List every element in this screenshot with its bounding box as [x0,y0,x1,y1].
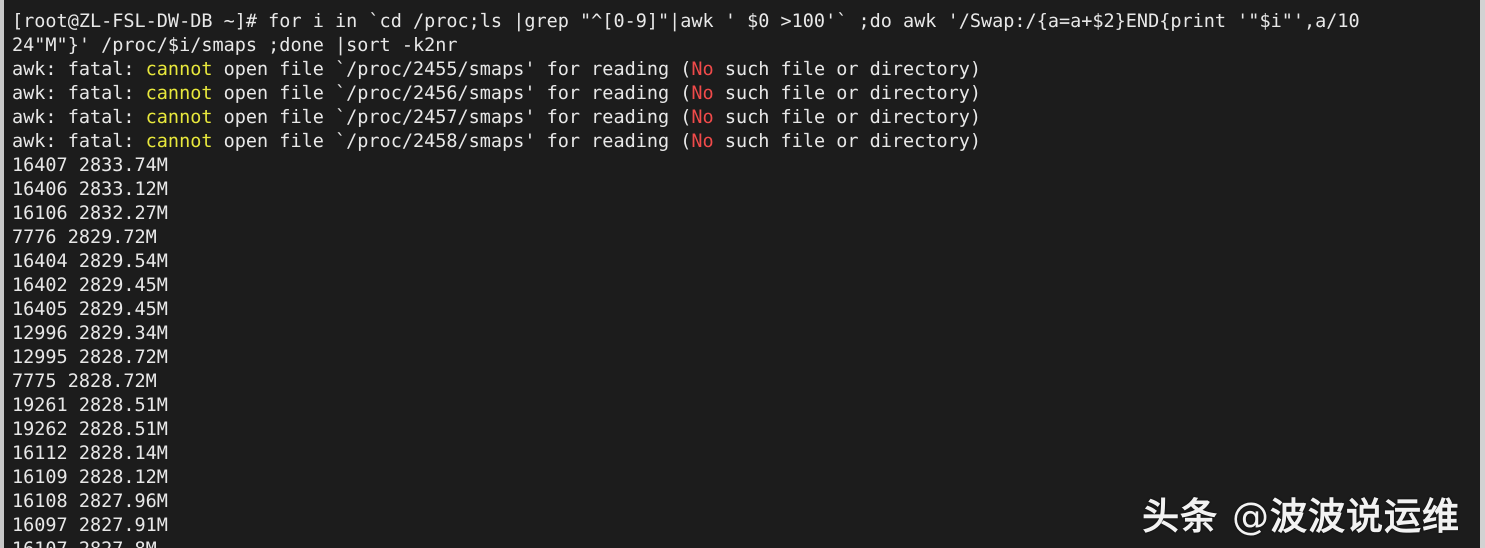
terminal-command-line-1: [root@ZL-FSL-DW-DB ~]# for i in `cd /pro… [12,10,1480,34]
terminal-result-row: 19262 2828.51M [12,418,1480,442]
result-text: 16404 2829.54M [12,251,168,272]
error-suffix: such file or directory) [713,131,982,152]
terminal-result-row: 16402 2829.45M [12,274,1480,298]
terminal-result-row: 16108 2827.96M [12,490,1480,514]
terminal-result-row: 16097 2827.91M [12,514,1480,538]
terminal-result-row: 16405 2829.45M [12,298,1480,322]
terminal-result-row: 19261 2828.51M [12,394,1480,418]
terminal-line-clipped-top: Swap: 4095 3654 441 [12,0,1480,10]
result-text: 12996 2829.34M [12,323,168,344]
terminal-result-row: 16112 2828.14M [12,442,1480,466]
result-text: 12995 2828.72M [12,347,168,368]
error-suffix: such file or directory) [713,83,982,104]
error-middle: open file `/proc/2456/smaps' for reading… [212,83,692,104]
result-text: 16112 2828.14M [12,443,168,464]
error-reason: No [691,59,714,80]
error-reason: No [691,83,714,104]
terminal-result-row: 16106 2832.27M [12,202,1480,226]
command-text-part-1: [root@ZL-FSL-DW-DB ~]# for i in `cd /pro… [12,11,1360,32]
error-keyword: cannot [145,131,213,152]
terminal-result-row: 7775 2828.72M [12,370,1480,394]
result-text: 16097 2827.91M [12,515,168,536]
error-suffix: such file or directory) [713,59,982,80]
terminal-error-line: awk: fatal: cannot open file `/proc/2457… [12,106,1480,130]
terminal-result-row: 16406 2833.12M [12,178,1480,202]
terminal-result-row-clipped-bottom: 16107 2827.8M [12,538,1480,548]
error-reason: No [691,107,714,128]
result-text: 7775 2828.72M [12,371,157,392]
terminal-result-row: 12996 2829.34M [12,322,1480,346]
result-text: 16405 2829.45M [12,299,168,320]
result-text: 19262 2828.51M [12,419,168,440]
terminal-output-area[interactable]: Swap: 4095 3654 441 [root@ZL-FSL-DW-DB ~… [4,0,1480,548]
terminal-result-row: 7776 2829.72M [12,226,1480,250]
terminal-result-row: 12995 2828.72M [12,346,1480,370]
terminal-error-line: awk: fatal: cannot open file `/proc/2456… [12,82,1480,106]
command-text-part-2: 24"M"}' /proc/$i/smaps ;done |sort -k2nr [12,35,458,56]
result-text: 16109 2828.12M [12,467,168,488]
terminal-window: Swap: 4095 3654 441 [root@ZL-FSL-DW-DB ~… [0,0,1485,548]
result-text: 7776 2829.72M [12,227,157,248]
error-keyword: cannot [145,83,213,104]
terminal-result-row: 16407 2833.74M [12,154,1480,178]
error-middle: open file `/proc/2457/smaps' for reading… [212,107,692,128]
result-text: 16106 2832.27M [12,203,168,224]
result-text: 16406 2833.12M [12,179,168,200]
result-text: 16108 2827.96M [12,491,168,512]
error-prefix: awk: fatal: [12,131,146,152]
terminal-error-line: awk: fatal: cannot open file `/proc/2455… [12,58,1480,82]
error-suffix: such file or directory) [713,107,982,128]
terminal-result-row: 16404 2829.54M [12,250,1480,274]
terminal-result-row: 16109 2828.12M [12,466,1480,490]
result-text: 19261 2828.51M [12,395,168,416]
terminal-error-line: awk: fatal: cannot open file `/proc/2458… [12,130,1480,154]
error-prefix: awk: fatal: [12,83,146,104]
error-prefix: awk: fatal: [12,107,146,128]
terminal-command-line-2: 24"M"}' /proc/$i/smaps ;done |sort -k2nr [12,34,1480,58]
error-reason: No [691,131,714,152]
error-middle: open file `/proc/2458/smaps' for reading… [212,131,692,152]
error-keyword: cannot [145,107,213,128]
result-text: 16107 2827.8M [12,539,157,548]
error-keyword: cannot [145,59,213,80]
error-middle: open file `/proc/2455/smaps' for reading… [212,59,692,80]
error-prefix: awk: fatal: [12,59,146,80]
result-text: 16407 2833.74M [12,155,168,176]
result-text: 16402 2829.45M [12,275,168,296]
